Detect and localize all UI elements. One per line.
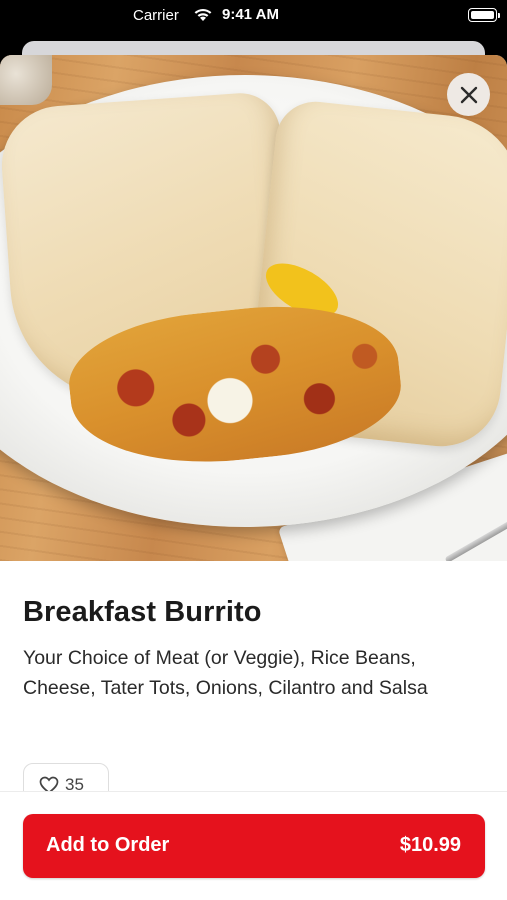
- close-button[interactable]: [447, 73, 490, 116]
- burrito-photo: [0, 55, 507, 561]
- carrier-label: Carrier: [133, 7, 179, 24]
- clock: 9:41 AM: [222, 6, 279, 23]
- bottom-action-bar: Add to Order $10.99: [0, 791, 507, 900]
- item-description: Your Choice of Meat (or Veggie), Rice Be…: [23, 647, 428, 699]
- item-detail-screen: Carrier 9:41 AM Breakfast Burrito Your C…: [0, 0, 507, 900]
- wifi-icon: [193, 7, 213, 26]
- price-label: $10.99: [399, 834, 461, 856]
- item-title: Breakfast Burrito: [23, 596, 262, 628]
- add-to-order-button[interactable]: Add to Order $10.99: [23, 814, 485, 878]
- status-bar: Carrier 9:41 AM: [0, 0, 507, 32]
- item-sheet: Breakfast Burrito Your Choice of Meat (o…: [0, 55, 507, 900]
- close-icon: [460, 86, 477, 103]
- cup-shape: [0, 55, 52, 105]
- battery-icon: [468, 8, 500, 22]
- add-to-order-label: Add to Order: [46, 834, 170, 856]
